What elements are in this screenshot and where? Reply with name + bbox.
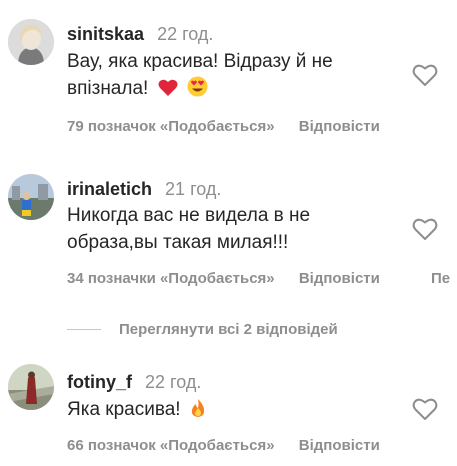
comment-time: 22 год. (157, 24, 214, 44)
like-heart-icon[interactable] (412, 397, 438, 421)
comment-text: Вау, яка красива! Відразу й не впізнала! (67, 48, 333, 102)
comment-text: Никогда вас не видела в не образа,вы так… (67, 202, 310, 256)
username[interactable]: fotiny_f (67, 372, 132, 392)
comment-text-line: Яка красива! (67, 399, 181, 420)
username[interactable]: sinitskaa (67, 24, 144, 44)
likes-count[interactable]: 79 позначок «Подобається» (67, 118, 275, 135)
comment-time: 22 год. (145, 372, 202, 392)
comment-text-line: Вау, яка красива! Відразу й не (67, 51, 333, 72)
fire-emoji-icon (191, 399, 204, 417)
heart-eyes-emoji-icon (187, 76, 208, 97)
comment-time: 21 год. (165, 179, 222, 199)
replies-divider (67, 329, 101, 330)
like-heart-icon[interactable] (412, 63, 438, 87)
avatar[interactable] (8, 174, 54, 220)
username[interactable]: irinaletich (67, 179, 152, 199)
likes-count[interactable]: 34 позначки «Подобається» (67, 270, 275, 287)
like-heart-icon[interactable] (412, 217, 438, 241)
avatar[interactable] (8, 364, 54, 410)
likes-count[interactable]: 66 позначок «Подобається» (67, 437, 275, 454)
reply-button[interactable]: Відповісти (299, 437, 380, 454)
comment-text-line: Никогда вас не видела в не (67, 205, 311, 226)
view-replies-label[interactable]: Переглянути всі 2 відповідей (119, 320, 338, 339)
view-replies[interactable]: Переглянути всі 2 відповідей (67, 320, 457, 340)
comment-text-line-2: впізнала! (67, 75, 333, 102)
comment-text: Яка красива! (67, 396, 206, 423)
reply-button[interactable]: Відповісти (299, 270, 380, 287)
more-action-truncated[interactable]: Пе (431, 270, 450, 288)
red-heart-icon (158, 79, 178, 96)
comment-text-line-2: образа,вы такая милая!!! (67, 232, 289, 253)
avatar[interactable] (8, 19, 54, 65)
reply-button[interactable]: Відповісти (299, 118, 380, 135)
comment-text-line-2-text: впізнала! (67, 78, 149, 99)
